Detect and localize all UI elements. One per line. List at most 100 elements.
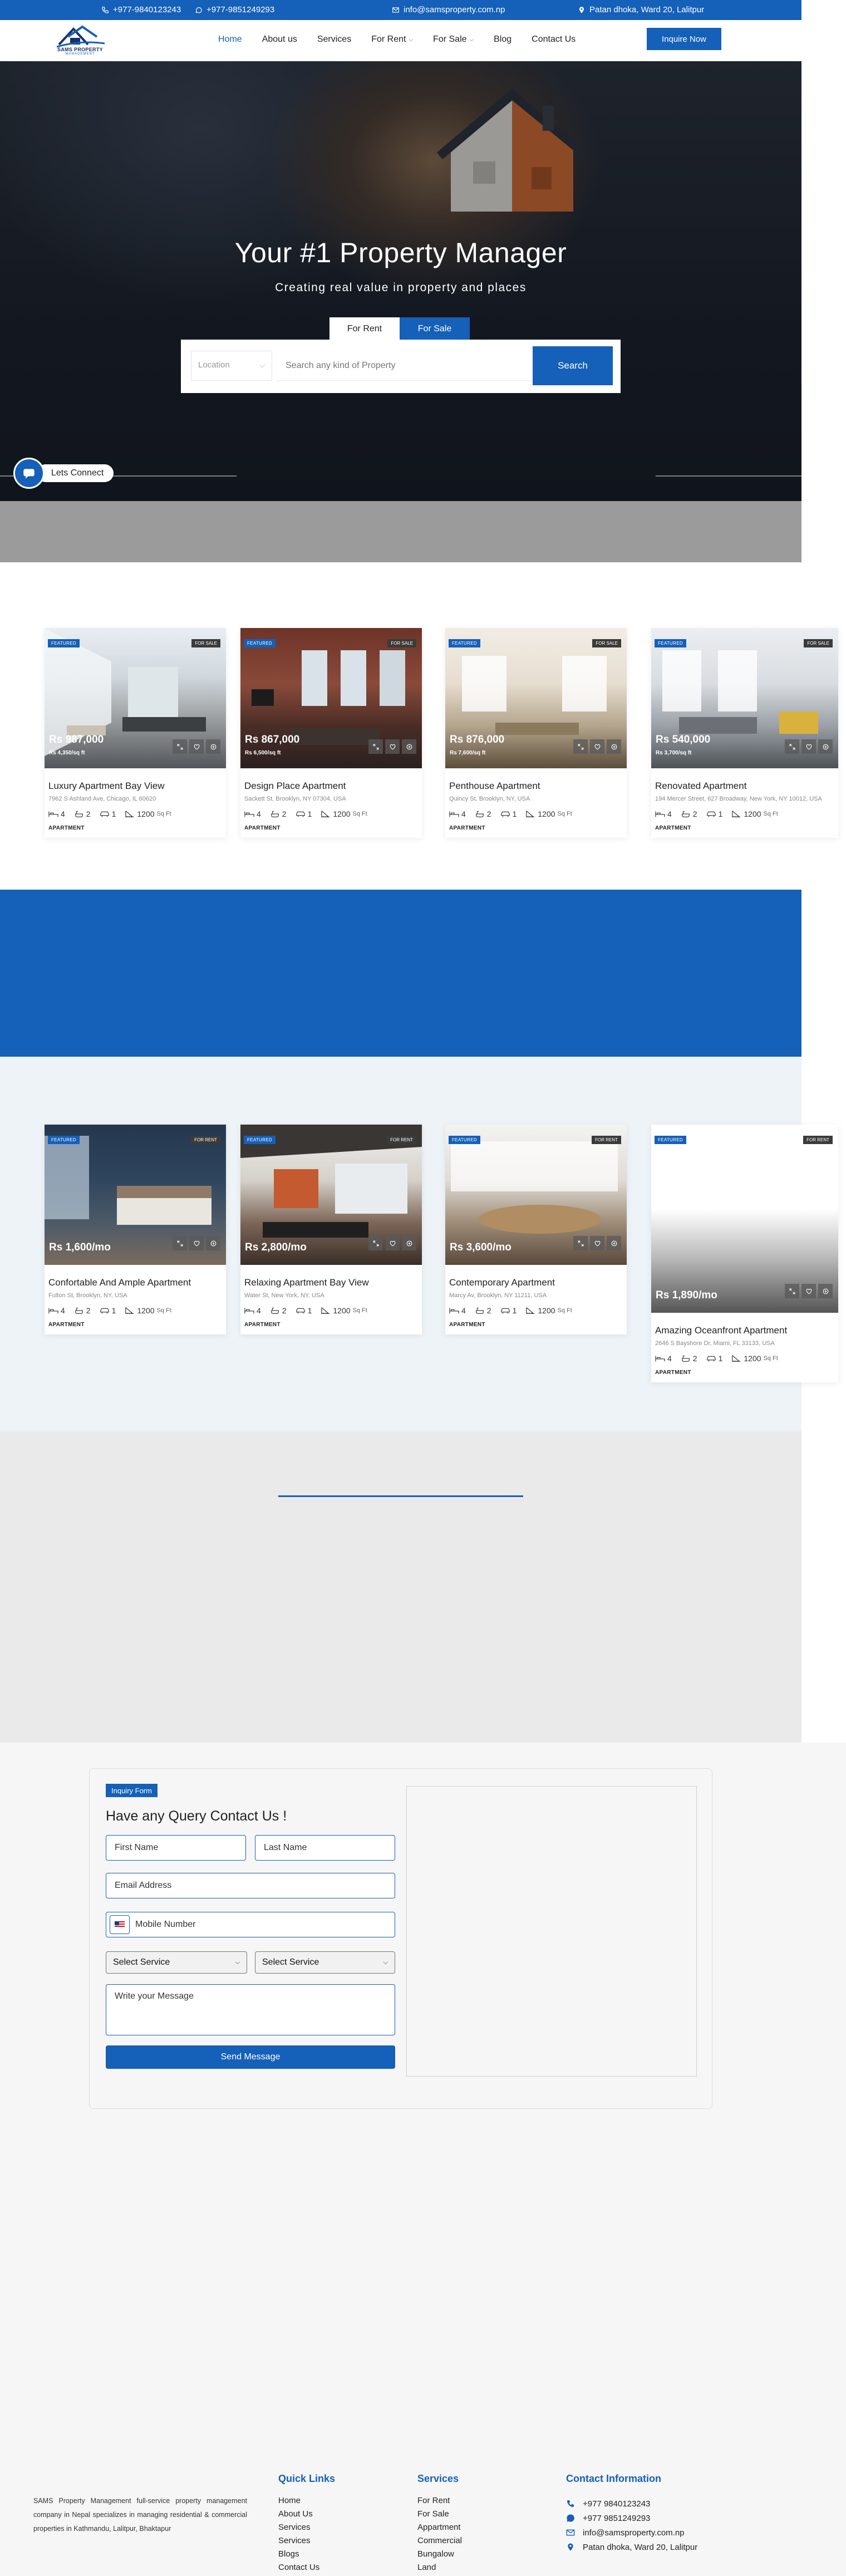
tab-for-rent[interactable]: For Rent [329, 317, 400, 341]
status-badge: FOR RENT [803, 1136, 833, 1144]
logo-house-icon [56, 25, 105, 48]
property-name[interactable]: Design Place Apartment [244, 781, 418, 792]
property-card[interactable]: FEATURED FOR RENT Rs 1,890/mo Amazing Oc… [651, 1125, 838, 1382]
property-card[interactable]: FEATURED FOR RENT Rs 2,800/mo Relaxing A… [240, 1125, 422, 1334]
compare-icon[interactable] [607, 739, 621, 754]
heart-icon[interactable] [189, 1236, 204, 1250]
expand-icon[interactable] [368, 1236, 383, 1250]
footer-email[interactable]: info@samsproperty.com.np [566, 2525, 697, 2540]
footer-link[interactable]: Home [278, 2494, 319, 2508]
property-name[interactable]: Penthouse Apartment [449, 781, 623, 792]
property-image[interactable]: FEATURED FOR SALE Rs 540,000 Rs 3,700/sq… [651, 628, 838, 768]
footer-link[interactable]: Bungalow [417, 2548, 462, 2561]
footer-link[interactable]: Services [278, 2521, 319, 2534]
send-message-button[interactable]: Send Message [106, 2045, 395, 2069]
heart-icon[interactable] [189, 739, 204, 754]
compare-icon[interactable] [206, 739, 220, 754]
footer-link[interactable]: For Sale [417, 2508, 462, 2521]
property-image[interactable]: FEATURED FOR SALE Rs 867,000 Rs 6,500/sq… [240, 628, 422, 768]
nav-item-for-sale[interactable]: For Sale ⌵ [433, 35, 474, 45]
property-image[interactable]: FEATURED FOR RENT Rs 2,800/mo [240, 1125, 422, 1265]
property-name[interactable]: Relaxing Apartment Bay View [244, 1277, 418, 1288]
property-name[interactable]: Confortable And Ample Apartment [48, 1277, 222, 1288]
property-name[interactable]: Amazing Oceanfront Apartment [655, 1325, 834, 1336]
footer-phone2[interactable]: +977 9851249293 [566, 2511, 697, 2525]
footer-link[interactable]: Contact Us [278, 2561, 319, 2574]
expand-icon[interactable] [785, 1284, 799, 1298]
expand-icon[interactable] [785, 739, 799, 754]
expand-icon[interactable] [573, 739, 588, 754]
heart-icon[interactable] [801, 1284, 816, 1298]
property-type: APARTMENT [449, 1322, 485, 1328]
heart-icon[interactable] [385, 1236, 400, 1250]
footer-phone1[interactable]: +977 9840123243 [566, 2496, 697, 2511]
email-field[interactable]: Email Address [106, 1873, 395, 1898]
property-features: 4 2 1 1200 Sq Ft [449, 1306, 623, 1315]
nav-item-home[interactable]: Home [218, 35, 242, 45]
nav-item-blog[interactable]: Blog [494, 35, 511, 45]
heart-icon[interactable] [801, 739, 816, 754]
compare-icon[interactable] [206, 1236, 220, 1250]
last-name-field[interactable]: Last Name [255, 1835, 395, 1861]
heart-icon[interactable] [590, 739, 604, 754]
property-name[interactable]: Luxury Apartment Bay View [48, 781, 222, 792]
bath-icon [270, 811, 279, 818]
topbar-phone2[interactable]: +977-9851249293 [195, 5, 274, 14]
tab-for-sale[interactable]: For Sale [400, 317, 470, 341]
location-select[interactable]: Location ⌵ [191, 351, 272, 381]
footer-link[interactable]: About Us [278, 2508, 319, 2521]
compare-icon[interactable] [818, 1284, 833, 1298]
expand-icon[interactable] [173, 1236, 187, 1250]
mobile-field[interactable]: Mobile Number [106, 1912, 395, 1937]
nav-item-about[interactable]: About us [262, 35, 297, 45]
expand-icon[interactable] [173, 739, 187, 754]
heart-icon[interactable] [590, 1236, 604, 1250]
expand-icon[interactable] [368, 739, 383, 754]
heart-icon[interactable] [385, 739, 400, 754]
nav-item-contact[interactable]: Contact Us [532, 35, 576, 45]
site-logo[interactable]: SAMS PROPERTY MANAGEMENT [51, 24, 109, 57]
property-image[interactable]: FEATURED FOR RENT Rs 3,600/mo [445, 1125, 627, 1265]
service-select-1[interactable]: Select Service ⌵ [106, 1951, 247, 1974]
footer-link[interactable]: Appartment [417, 2521, 462, 2534]
property-card[interactable]: FEATURED FOR SALE Rs 540,000 Rs 3,700/sq… [651, 628, 838, 838]
property-card[interactable]: FEATURED FOR SALE Rs 867,000 Rs 6,500/sq… [240, 628, 422, 838]
service-select-2[interactable]: Select Service ⌵ [255, 1951, 395, 1974]
compare-icon[interactable] [607, 1236, 621, 1250]
footer-link[interactable]: Land [417, 2561, 462, 2574]
property-name[interactable]: Contemporary Apartment [449, 1277, 623, 1288]
hero-section: Your #1 Property Manager Creating real v… [0, 61, 801, 501]
inquire-now-button[interactable]: Inquire Now [647, 28, 721, 50]
property-name[interactable]: Renovated Apartment [655, 781, 834, 792]
compare-icon[interactable] [402, 739, 416, 754]
nav-item-services[interactable]: Services [317, 35, 351, 45]
footer-link[interactable]: Commercial [417, 2534, 462, 2548]
property-search-input[interactable] [277, 351, 532, 381]
lets-connect-label[interactable]: Lets Connect [37, 464, 114, 482]
message-field[interactable]: Write your Message [106, 1984, 395, 2035]
search-button[interactable]: Search [533, 346, 613, 385]
topbar-phone1[interactable]: +977-9840123243 [101, 5, 181, 14]
footer-link[interactable]: For Rent [417, 2494, 462, 2508]
map-panel[interactable] [406, 1786, 697, 2077]
nav-item-for-rent[interactable]: For Rent ⌵ [371, 35, 413, 45]
property-type: APARTMENT [449, 825, 485, 831]
property-card[interactable]: FEATURED FOR RENT Rs 3,600/mo Contempora… [445, 1125, 627, 1334]
compare-icon[interactable] [402, 1236, 416, 1250]
compare-icon[interactable] [818, 739, 833, 754]
us-flag-icon[interactable] [110, 1915, 130, 1934]
lets-connect-widget[interactable]: Lets Connect [13, 458, 114, 489]
expand-icon[interactable] [573, 1236, 588, 1250]
property-card[interactable]: FEATURED FOR SALE Rs 876,000 Rs 7,600/sq… [445, 628, 627, 838]
property-image[interactable]: FEATURED FOR RENT Rs 1,890/mo [651, 1125, 838, 1313]
property-image[interactable]: FEATURED FOR SALE Rs 987,000 Rs 4,350/sq… [45, 628, 226, 768]
property-card[interactable]: FEATURED FOR RENT Rs 1,600/mo Confortabl… [45, 1125, 226, 1334]
chat-icon[interactable] [13, 458, 45, 489]
first-name-field[interactable]: First Name [106, 1835, 246, 1861]
property-image[interactable]: FEATURED FOR SALE Rs 876,000 Rs 7,600/sq… [445, 628, 627, 768]
topbar-email[interactable]: info@samsproperty.com.np [392, 5, 505, 14]
property-card[interactable]: FEATURED FOR SALE Rs 987,000 Rs 4,350/sq… [45, 628, 226, 838]
footer-link[interactable]: Blogs [278, 2548, 319, 2561]
property-image[interactable]: FEATURED FOR RENT Rs 1,600/mo [45, 1125, 226, 1265]
footer-link[interactable]: Services [278, 2534, 319, 2548]
